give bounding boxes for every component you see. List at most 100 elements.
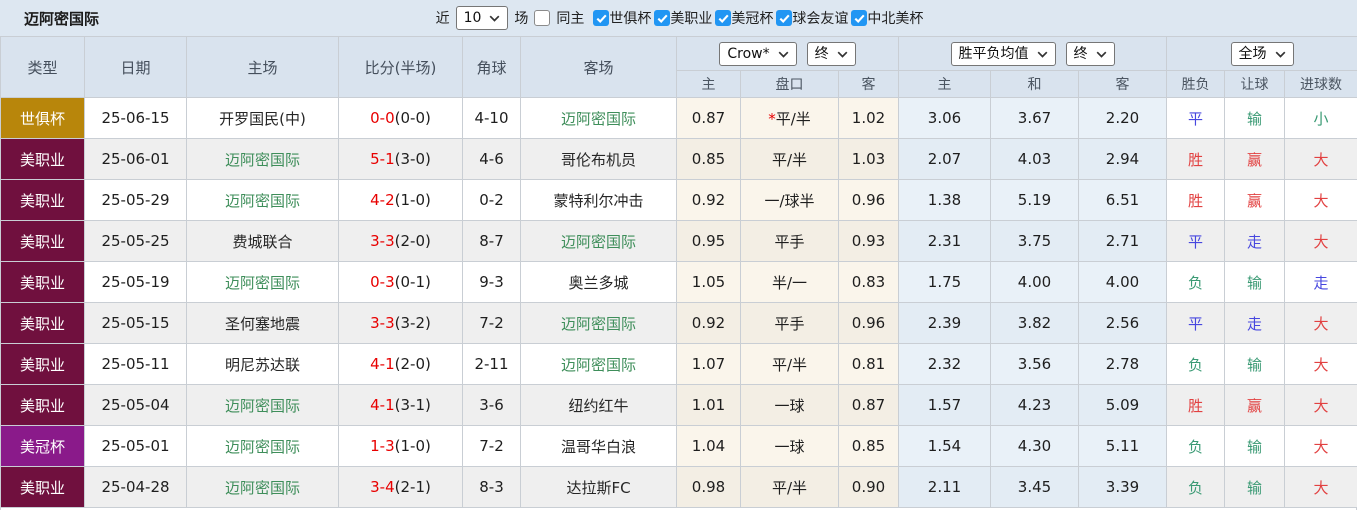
league-checkbox[interactable] (593, 10, 610, 26)
away-odds-cell: 1.02 (838, 97, 899, 139)
same-home-checkbox[interactable] (534, 10, 551, 26)
wdl-draw-cell: 4.23 (990, 384, 1079, 426)
away-team-cell[interactable]: 蒙特利尔冲击 (520, 179, 677, 221)
match-stats-panel: 迈阿密国际 近 10 场 同主 世俱杯 美职业 美冠杯 球会友谊 中北美杯 类型 日期 (0, 0, 1357, 510)
home-team-cell[interactable]: 迈阿密国际 (186, 138, 339, 180)
handicap-result-cell: 输 (1224, 261, 1285, 303)
handicap-text: 平/半 (771, 478, 808, 497)
away-team-cell[interactable]: 纽约红牛 (520, 384, 677, 426)
home-team-cell[interactable]: 圣何塞地震 (186, 302, 339, 344)
wdl-mode-select[interactable]: 胜平负均值 (950, 41, 1056, 66)
col-header-type: 类型 (0, 36, 85, 98)
home-team-cell[interactable]: 迈阿密国际 (186, 261, 339, 303)
away-team-cell[interactable]: 温哥华白浪 (520, 425, 677, 467)
league-checkbox[interactable] (715, 10, 732, 26)
odds-group-header: Crow* 终 (676, 36, 899, 71)
match-table: 类型 日期 主场 比分(半场) 角球 客场 Crow* 终 胜平负均值 终 全场… (0, 36, 1357, 508)
away-team-cell[interactable]: 哥伦布机员 (520, 138, 677, 180)
scope-select[interactable]: 全场 (1230, 41, 1294, 66)
score-cell: 0-3(0-1) (338, 261, 463, 303)
wdl-draw-cell: 3.45 (990, 466, 1079, 508)
home-team-cell[interactable]: 明尼苏达联 (186, 343, 339, 385)
subcol-handicap-result: 让球 (1224, 70, 1285, 98)
result-cell: 胜 (1166, 138, 1225, 180)
wdl-mode-value: 胜平负均值 (958, 45, 1029, 62)
score-cell: 3-3(2-0) (338, 220, 463, 262)
league-label: 世俱杯 (609, 11, 652, 27)
fulltime-score: 0-0 (370, 109, 395, 127)
league-checkbox[interactable] (654, 10, 671, 26)
home-team-cell[interactable]: 迈阿密国际 (186, 466, 339, 508)
odds-source-select[interactable]: Crow* (719, 41, 797, 66)
wdl-away-cell: 2.71 (1078, 220, 1167, 262)
wdl-draw-cell: 4.03 (990, 138, 1079, 180)
halftime-score: (0-0) (394, 109, 431, 127)
score-cell: 0-0(0-0) (338, 97, 463, 139)
wdl-time-select[interactable]: 终 (1065, 41, 1115, 66)
league-label: 中北美杯 (867, 11, 924, 27)
wdl-home-cell: 1.57 (898, 384, 991, 426)
goals-result-cell: 大 (1283, 425, 1357, 467)
match-type-cell: 美职业 (0, 384, 85, 426)
handicap-cell: 平手 (740, 302, 839, 344)
wdl-draw-cell: 3.82 (990, 302, 1079, 344)
away-team-cell[interactable]: 达拉斯FC (520, 466, 677, 508)
corner-cell: 8-7 (462, 220, 521, 262)
home-team-cell[interactable]: 迈阿密国际 (186, 179, 339, 221)
goals-result-cell: 大 (1283, 343, 1357, 385)
home-team-cell[interactable]: 开罗国民(中) (186, 97, 339, 139)
recent-count-select[interactable]: 10 (455, 6, 509, 30)
league-filter-list: 世俱杯 美职业 美冠杯 球会友谊 中北美杯 (590, 8, 923, 28)
odds-time-select[interactable]: 终 (806, 41, 856, 66)
home-team-cell[interactable]: 迈阿密国际 (186, 425, 339, 467)
league-checkbox[interactable] (776, 10, 793, 26)
col-header-date: 日期 (84, 36, 187, 98)
wdl-group-header: 胜平负均值 终 (898, 36, 1167, 71)
away-team-cell[interactable]: 迈阿密国际 (520, 97, 677, 139)
match-type-cell: 世俱杯 (0, 97, 85, 139)
wdl-home-cell: 3.06 (898, 97, 991, 139)
match-date-cell: 25-05-19 (84, 261, 187, 303)
away-team-cell[interactable]: 迈阿密国际 (520, 343, 677, 385)
wdl-time-value: 终 (1073, 45, 1088, 62)
away-team-cell[interactable]: 迈阿密国际 (520, 302, 677, 344)
col-header-score: 比分(半场) (338, 36, 463, 98)
home-odds-cell: 1.07 (676, 343, 741, 385)
away-team-cell[interactable]: 奥兰多城 (520, 261, 677, 303)
result-cell: 负 (1166, 466, 1225, 508)
fulltime-score: 4-1 (370, 355, 395, 373)
handicap-cell: 平/半 (740, 466, 839, 508)
home-odds-cell: 0.85 (676, 138, 741, 180)
match-type-cell: 美职业 (0, 220, 85, 262)
league-checkbox[interactable] (851, 10, 868, 26)
away-odds-cell: 0.85 (838, 425, 899, 467)
away-team-cell[interactable]: 迈阿密国际 (520, 220, 677, 262)
home-odds-cell: 1.04 (676, 425, 741, 467)
home-team-cell[interactable]: 迈阿密国际 (186, 384, 339, 426)
result-cell: 平 (1166, 302, 1225, 344)
match-date-cell: 25-06-15 (84, 97, 187, 139)
corner-cell: 2-11 (462, 343, 521, 385)
match-type-cell: 美职业 (0, 261, 85, 303)
goals-result-cell: 大 (1283, 220, 1357, 262)
match-type-cell: 美冠杯 (0, 425, 85, 467)
recent-label: 近 (435, 11, 450, 27)
halftime-score: (1-0) (394, 437, 431, 455)
corner-cell: 9-3 (462, 261, 521, 303)
goals-result-cell: 大 (1283, 302, 1357, 344)
home-team-cell[interactable]: 费城联合 (186, 220, 339, 262)
halftime-score: (2-0) (394, 355, 431, 373)
match-date-cell: 25-05-29 (84, 179, 187, 221)
goals-result-cell: 大 (1283, 466, 1357, 508)
filter-controls: 近 10 场 同主 世俱杯 美职业 美冠杯 球会友谊 中北美杯 (434, 6, 923, 30)
halftime-score: (0-1) (394, 273, 431, 291)
subcol-wdl-away: 客 (1078, 70, 1167, 98)
match-date-cell: 25-05-25 (84, 220, 187, 262)
match-date-cell: 25-04-28 (84, 466, 187, 508)
result-cell: 胜 (1166, 384, 1225, 426)
home-odds-cell: 0.98 (676, 466, 741, 508)
handicap-text: 平/半 (771, 150, 808, 169)
wdl-away-cell: 3.39 (1078, 466, 1167, 508)
halftime-score: (3-1) (394, 396, 431, 414)
handicap-result-cell: 走 (1224, 302, 1285, 344)
